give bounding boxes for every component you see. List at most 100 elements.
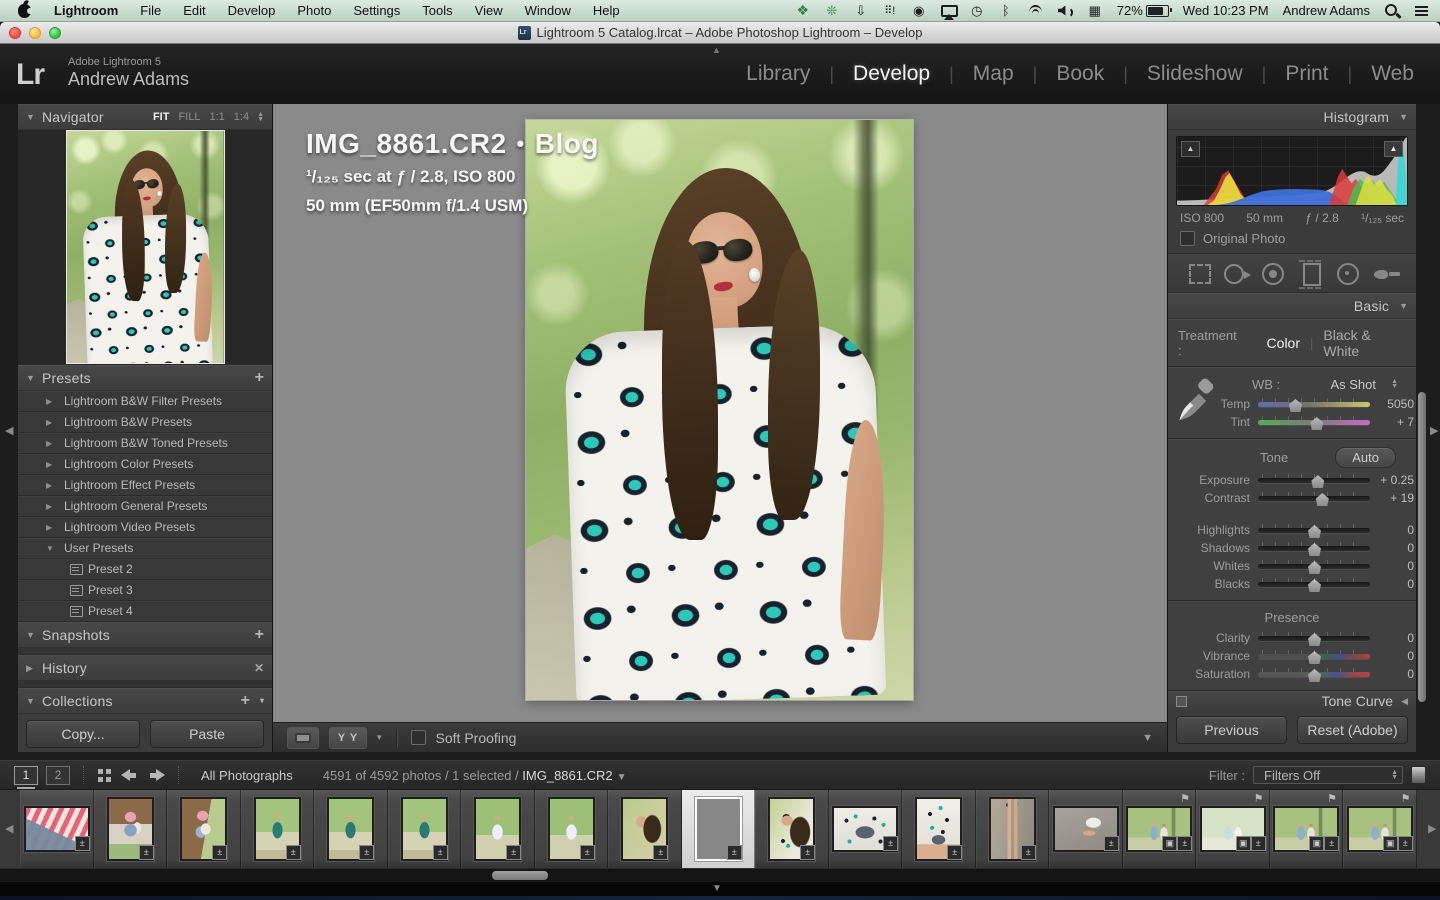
right-panel-scrollbar[interactable] bbox=[1418, 392, 1426, 702]
photo-thumbnail[interactable]: ▣ ± bbox=[991, 799, 1034, 859]
module-tab[interactable]: Print bbox=[1243, 58, 1329, 90]
filmstrip-cell[interactable]: ⚑ ▣ ± bbox=[1270, 790, 1344, 868]
slider-track[interactable] bbox=[1258, 649, 1370, 663]
adjustment-badge-icon[interactable]: ± bbox=[580, 845, 595, 860]
before-after-dropdown-icon[interactable]: ▾ bbox=[377, 732, 382, 743]
preset-item[interactable]: Lightroom B&W Toned Presets bbox=[18, 433, 272, 454]
filmstrip-collapse-icon[interactable]: ▼ bbox=[712, 883, 722, 894]
zoom-option[interactable]: 1:4 bbox=[234, 111, 249, 123]
slider-value[interactable]: 0 bbox=[1370, 541, 1420, 555]
filter-toggle-switch[interactable] bbox=[1411, 766, 1426, 784]
red-eye-icon[interactable] bbox=[1256, 260, 1290, 286]
adjustment-badge-icon[interactable]: ± bbox=[286, 845, 301, 860]
photo-thumbnail[interactable]: ▣ ± bbox=[623, 799, 666, 859]
filmstrip-cell[interactable]: ⚑ ▣ ± bbox=[976, 790, 1050, 868]
filmstrip-cell[interactable]: ⚑ ▣ ± bbox=[388, 790, 462, 868]
slider-thumb[interactable] bbox=[1316, 493, 1329, 506]
flag-icon[interactable]: ⚑ bbox=[1254, 792, 1264, 805]
filmstrip-status[interactable]: 4591 of 4592 photos / 1 selected / IMG_8… bbox=[323, 768, 627, 783]
adjustment-badge-icon[interactable]: ± bbox=[506, 845, 521, 860]
slider-thumb[interactable] bbox=[1308, 651, 1321, 664]
previous-button[interactable]: Previous bbox=[1176, 716, 1287, 744]
menu-item[interactable]: Window bbox=[514, 1, 582, 20]
slider-track[interactable] bbox=[1258, 667, 1370, 681]
preset-item-icon[interactable] bbox=[46, 460, 64, 469]
dots-icon[interactable]: ⠿! bbox=[882, 3, 898, 19]
keyboard-icon[interactable]: ▦ bbox=[1087, 3, 1103, 19]
filmstrip-cell[interactable]: ⚑ ▣ ± bbox=[1343, 790, 1417, 868]
slider-track[interactable] bbox=[1258, 491, 1370, 505]
create-collection-button[interactable]: +▾ bbox=[241, 693, 264, 709]
notification-list-icon[interactable] bbox=[1414, 3, 1430, 19]
create-preset-button[interactable]: + bbox=[255, 370, 264, 386]
adjustment-badge-icon[interactable]: ± bbox=[1021, 845, 1036, 860]
preset-item[interactable]: Preset 3 bbox=[18, 580, 272, 601]
filmstrip-cell[interactable]: ⚑ ▣ ± bbox=[535, 790, 609, 868]
panel-switch-icon[interactable]: ◀ bbox=[1401, 696, 1408, 707]
preset-item[interactable]: Lightroom Video Presets bbox=[18, 517, 272, 538]
time-machine-icon[interactable]: ◷ bbox=[969, 3, 985, 19]
photo-thumbnail[interactable]: ▣ ± bbox=[834, 808, 896, 850]
apple-menu-icon[interactable] bbox=[18, 4, 31, 18]
navigator-photo[interactable] bbox=[67, 131, 224, 363]
navigator-preview[interactable] bbox=[18, 130, 272, 365]
filmstrip-scroll-right-icon[interactable]: ▶ bbox=[1428, 822, 1436, 835]
tone-curve-header[interactable]: Tone Curve ◀ bbox=[1168, 691, 1416, 710]
toolbar-options-icon[interactable]: ▼ bbox=[1142, 732, 1153, 744]
photo-thumbnail[interactable]: ▣ ± bbox=[109, 799, 152, 859]
adjustment-badge-icon[interactable]: ± bbox=[1398, 836, 1413, 851]
photo-thumbnail[interactable]: ▣ ± bbox=[770, 799, 813, 859]
shadow-clipping-icon[interactable] bbox=[1181, 141, 1200, 157]
bluetooth-icon[interactable]: ᛒ bbox=[998, 3, 1014, 19]
slider-value[interactable]: 0 bbox=[1370, 667, 1420, 681]
histogram[interactable] bbox=[1176, 136, 1408, 206]
preset-item-icon[interactable] bbox=[70, 606, 88, 617]
filmstrip-cell[interactable]: ⚑ ▣ ± bbox=[167, 790, 241, 868]
menu-item[interactable]: Help bbox=[582, 1, 631, 20]
slider-thumb[interactable] bbox=[1311, 475, 1324, 488]
disclosure-triangle-icon[interactable]: ▼ bbox=[26, 373, 42, 383]
module-tab[interactable]: Book bbox=[1014, 58, 1105, 90]
highlight-clipping-icon[interactable] bbox=[1384, 141, 1403, 157]
preset-item[interactable]: Preset 2 bbox=[18, 559, 272, 580]
top-panel-collapse-icon[interactable]: ▲ bbox=[712, 45, 721, 55]
module-tab[interactable]: Develop bbox=[810, 58, 930, 90]
window-page-button[interactable]: 1 bbox=[14, 766, 38, 785]
module-tab[interactable]: Map bbox=[930, 58, 1014, 90]
crop-overlay-icon[interactable] bbox=[1182, 260, 1216, 286]
preset-item-icon[interactable] bbox=[46, 418, 64, 427]
preset-item-icon[interactable] bbox=[46, 502, 64, 511]
zoom-spinner-icon[interactable]: ▲▼ bbox=[257, 113, 264, 122]
adjustment-badge-icon[interactable]: ± bbox=[727, 845, 742, 860]
photo-thumbnail[interactable]: ▣ ± bbox=[1275, 808, 1337, 850]
adjustment-badge-icon[interactable]: ± bbox=[433, 845, 448, 860]
adjustment-badge-icon[interactable]: ± bbox=[359, 845, 374, 860]
module-tab[interactable]: Slideshow bbox=[1104, 58, 1242, 90]
filmstrip-dropdown-icon[interactable]: ▼ bbox=[617, 772, 627, 783]
photo-thumbnail[interactable]: ▣ ± bbox=[1202, 808, 1264, 850]
minimize-window-button[interactable] bbox=[29, 27, 41, 39]
basic-panel-header[interactable]: Basic ▼ bbox=[1168, 293, 1416, 319]
copy-settings-badge-icon[interactable]: ▣ bbox=[1236, 836, 1251, 851]
filmstrip-scroll-left-icon[interactable]: ◀ bbox=[5, 822, 13, 835]
photo-thumbnail[interactable]: ▣ ± bbox=[1128, 808, 1190, 850]
copy-settings-badge-icon[interactable]: ▣ bbox=[1309, 836, 1324, 851]
copy-settings-badge-icon[interactable]: ▣ bbox=[1162, 836, 1177, 851]
zoom-window-button[interactable] bbox=[49, 27, 61, 39]
slider-value[interactable]: 0 bbox=[1370, 649, 1420, 663]
slider-value[interactable]: 0 bbox=[1370, 631, 1420, 645]
slider-thumb[interactable] bbox=[1308, 579, 1321, 592]
adjustment-badge-icon[interactable]: ± bbox=[1251, 836, 1266, 851]
adjustment-badge-icon[interactable]: ± bbox=[947, 845, 962, 860]
copy-button[interactable]: Copy... bbox=[26, 720, 140, 748]
filmstrip-cell[interactable]: ⚑ ▣ ± bbox=[1049, 790, 1123, 868]
graduated-filter-icon[interactable] bbox=[1294, 260, 1328, 286]
grid-view-icon[interactable] bbox=[98, 769, 111, 782]
filmstrip-cell[interactable]: ⚑ ▣ ± bbox=[461, 790, 535, 868]
close-window-button[interactable] bbox=[9, 27, 21, 39]
adjustment-badge-icon[interactable]: ± bbox=[1177, 836, 1192, 851]
slider-thumb[interactable] bbox=[1308, 633, 1321, 646]
treatment-bw-option[interactable]: Black & White bbox=[1323, 327, 1406, 359]
filmstrip-cell[interactable]: ⚑ ▣ ± bbox=[241, 790, 315, 868]
soft-proofing-checkbox[interactable] bbox=[411, 730, 426, 745]
